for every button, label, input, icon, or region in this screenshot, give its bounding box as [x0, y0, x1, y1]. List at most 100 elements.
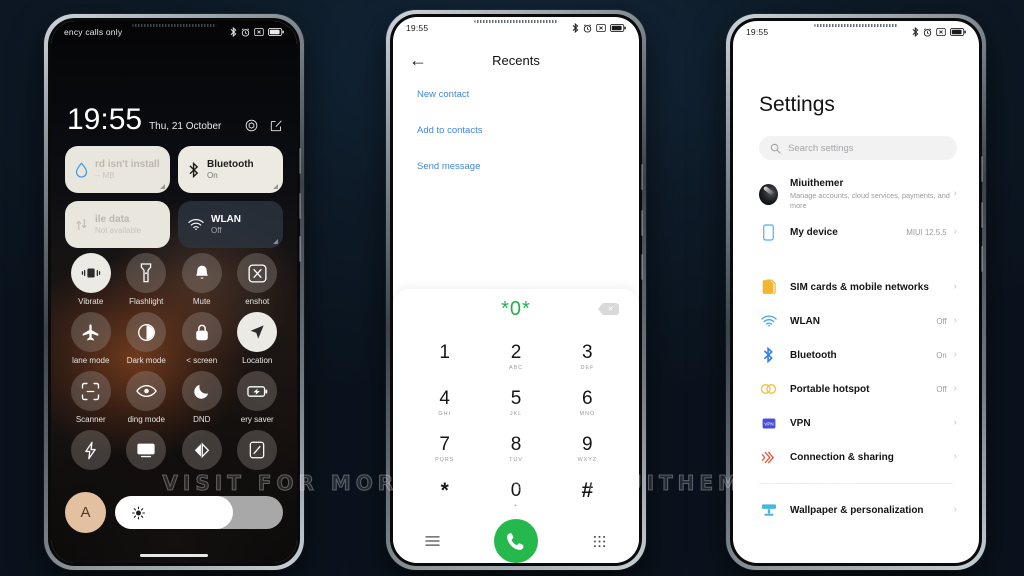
dialed-number-row: *0* ✕	[393, 289, 639, 329]
screenshot-icon	[248, 263, 267, 283]
tile-expand-corner[interactable]	[160, 184, 165, 189]
toggle-icon-wrap	[126, 312, 167, 352]
status-time: 19:55	[746, 27, 769, 37]
key-8[interactable]: 8 TUV	[480, 427, 551, 471]
tile-title: rd isn't install	[95, 158, 160, 170]
tile-storage[interactable]: rd isn't install -- MB	[65, 146, 170, 193]
toggle-dnd[interactable]: DND	[174, 371, 230, 424]
cast-icon	[137, 443, 155, 458]
toggle-ultra-battery[interactable]	[174, 430, 230, 474]
toggle-cast[interactable]	[119, 430, 175, 474]
key-1[interactable]: 1	[409, 335, 480, 379]
key-3[interactable]: 3 DEF	[552, 335, 623, 379]
link-add-to-contacts[interactable]: Add to contacts	[417, 125, 621, 136]
keypad-icon[interactable]	[583, 524, 617, 558]
settings-row-portable-hotspot[interactable]: Portable hotspot Off ›	[733, 372, 979, 406]
settings-row-wallpaper[interactable]: Wallpaper & personalization ›	[733, 493, 979, 527]
key-4[interactable]: 4 GHI	[409, 381, 480, 425]
toggle-lightning[interactable]	[63, 430, 119, 474]
toggle-location[interactable]: Location	[230, 312, 286, 365]
dialed-number: *0*	[501, 297, 531, 320]
tile-expand-corner[interactable]	[273, 239, 278, 244]
chevron-right-icon: ›	[953, 504, 957, 516]
toggle-label: Dark mode	[126, 356, 166, 365]
menu-icon[interactable]	[415, 524, 449, 558]
key-9[interactable]: 9 WXYZ	[552, 427, 623, 471]
toggle-icon-wrap	[181, 430, 222, 470]
screenshot-icon	[254, 28, 264, 36]
settings-row-account[interactable]: Miuithemer Manage accounts, cloud servic…	[733, 173, 979, 215]
battery-icon	[268, 28, 284, 36]
toggle-icon-wrap	[70, 253, 111, 293]
svg-text:VPN: VPN	[764, 421, 773, 426]
key-digit: *	[440, 478, 449, 502]
toggle-label: < screen	[186, 356, 218, 365]
edit-icon[interactable]	[270, 119, 283, 132]
toggle-dark-mode[interactable]: Dark mode	[119, 312, 175, 365]
key-0[interactable]: 0 +	[480, 473, 551, 517]
auto-brightness-button[interactable]: A	[65, 492, 106, 533]
row-label: VPN	[790, 417, 811, 429]
toggle-reading-mode[interactable]: ding mode	[119, 371, 175, 424]
toggle-icon-wrap	[70, 312, 111, 352]
key-6[interactable]: 6 MNO	[552, 381, 623, 425]
link-new-contact[interactable]: New contact	[417, 89, 621, 100]
list-section-gap	[733, 249, 979, 270]
settings-gear-icon[interactable]	[245, 119, 258, 132]
toggle-airplane-mode[interactable]: lane mode	[63, 312, 119, 365]
key-5[interactable]: 5 JKL	[480, 381, 551, 425]
toggle-icon-wrap	[237, 430, 278, 470]
toggle-battery-saver[interactable]: ery saver	[230, 371, 286, 424]
tile-title: Bluetooth	[207, 158, 254, 170]
avatar	[759, 183, 778, 205]
toggle-scanner[interactable]: Scanner	[63, 371, 119, 424]
link-send-message[interactable]: Send message	[417, 161, 621, 172]
key-letters: DEF	[580, 364, 595, 371]
toggle-label: lane mode	[72, 356, 110, 365]
key-digit: 1	[439, 341, 450, 363]
toggle-screen-rotate[interactable]	[230, 430, 286, 474]
status-icons	[572, 23, 626, 33]
chevron-right-icon: ›	[953, 226, 957, 238]
settings-row-wlan[interactable]: WLAN Off ›	[733, 304, 979, 338]
key-letters: WXYZ	[577, 456, 598, 463]
toggle-flashlight[interactable]: Flashlight	[119, 253, 175, 306]
toggle-lock-screen[interactable]: < screen	[174, 312, 230, 365]
toggle-mute[interactable]: Mute	[174, 253, 230, 306]
settings-row-sim-cards[interactable]: SIM cards & mobile networks ›	[733, 270, 979, 304]
tile-bluetooth[interactable]: Bluetooth On	[178, 146, 283, 193]
backspace-icon[interactable]: ✕	[598, 303, 619, 315]
row-label: Bluetooth	[790, 349, 837, 361]
lock-icon	[195, 324, 208, 340]
row-label: Wallpaper & personalization	[790, 504, 924, 516]
home-indicator[interactable]	[140, 554, 208, 557]
toggle-icon-wrap	[237, 312, 278, 352]
toggle-label: Flashlight	[129, 297, 164, 306]
key-2[interactable]: 2 ABC	[480, 335, 551, 379]
settings-row-bluetooth[interactable]: Bluetooth On ›	[733, 338, 979, 372]
tile-wlan[interactable]: WLAN Off	[178, 201, 283, 248]
search-settings-field[interactable]: Search settings	[759, 136, 957, 160]
tile-expand-corner[interactable]	[273, 184, 278, 189]
page-title: Settings	[759, 93, 835, 116]
settings-row-connection-sharing[interactable]: Connection & sharing ›	[733, 440, 979, 474]
row-value: Off	[936, 316, 947, 326]
bluetooth-icon	[759, 347, 778, 364]
tile-mobile-data[interactable]: ile data Not available	[65, 201, 170, 248]
bluetooth-icon	[230, 27, 237, 37]
flashlight-icon	[141, 263, 152, 283]
call-button[interactable]	[493, 519, 538, 563]
settings-row-my-device[interactable]: My device MIUI 12.5.5 ›	[733, 215, 979, 249]
key-hash[interactable]: #	[552, 473, 623, 517]
dialpad-keys: 1 2 ABC 3 DEF 4 GHI 5 JKL 6 MNO 7 PQRS 8 TUV 9W…	[393, 329, 639, 517]
key-star[interactable]: *	[409, 473, 480, 517]
toggle-icon-wrap	[126, 253, 167, 293]
tile-subtitle: On	[207, 170, 218, 180]
toggle-screenshot[interactable]: enshot	[230, 253, 286, 306]
chevron-right-icon: ›	[953, 315, 957, 327]
key-7[interactable]: 7 PQRS	[409, 427, 480, 471]
toggle-vibrate[interactable]: Vibrate	[63, 253, 119, 306]
settings-row-vpn[interactable]: VPN VPN ›	[733, 406, 979, 440]
bluetooth-icon	[572, 23, 579, 33]
brightness-slider[interactable]	[115, 496, 283, 529]
